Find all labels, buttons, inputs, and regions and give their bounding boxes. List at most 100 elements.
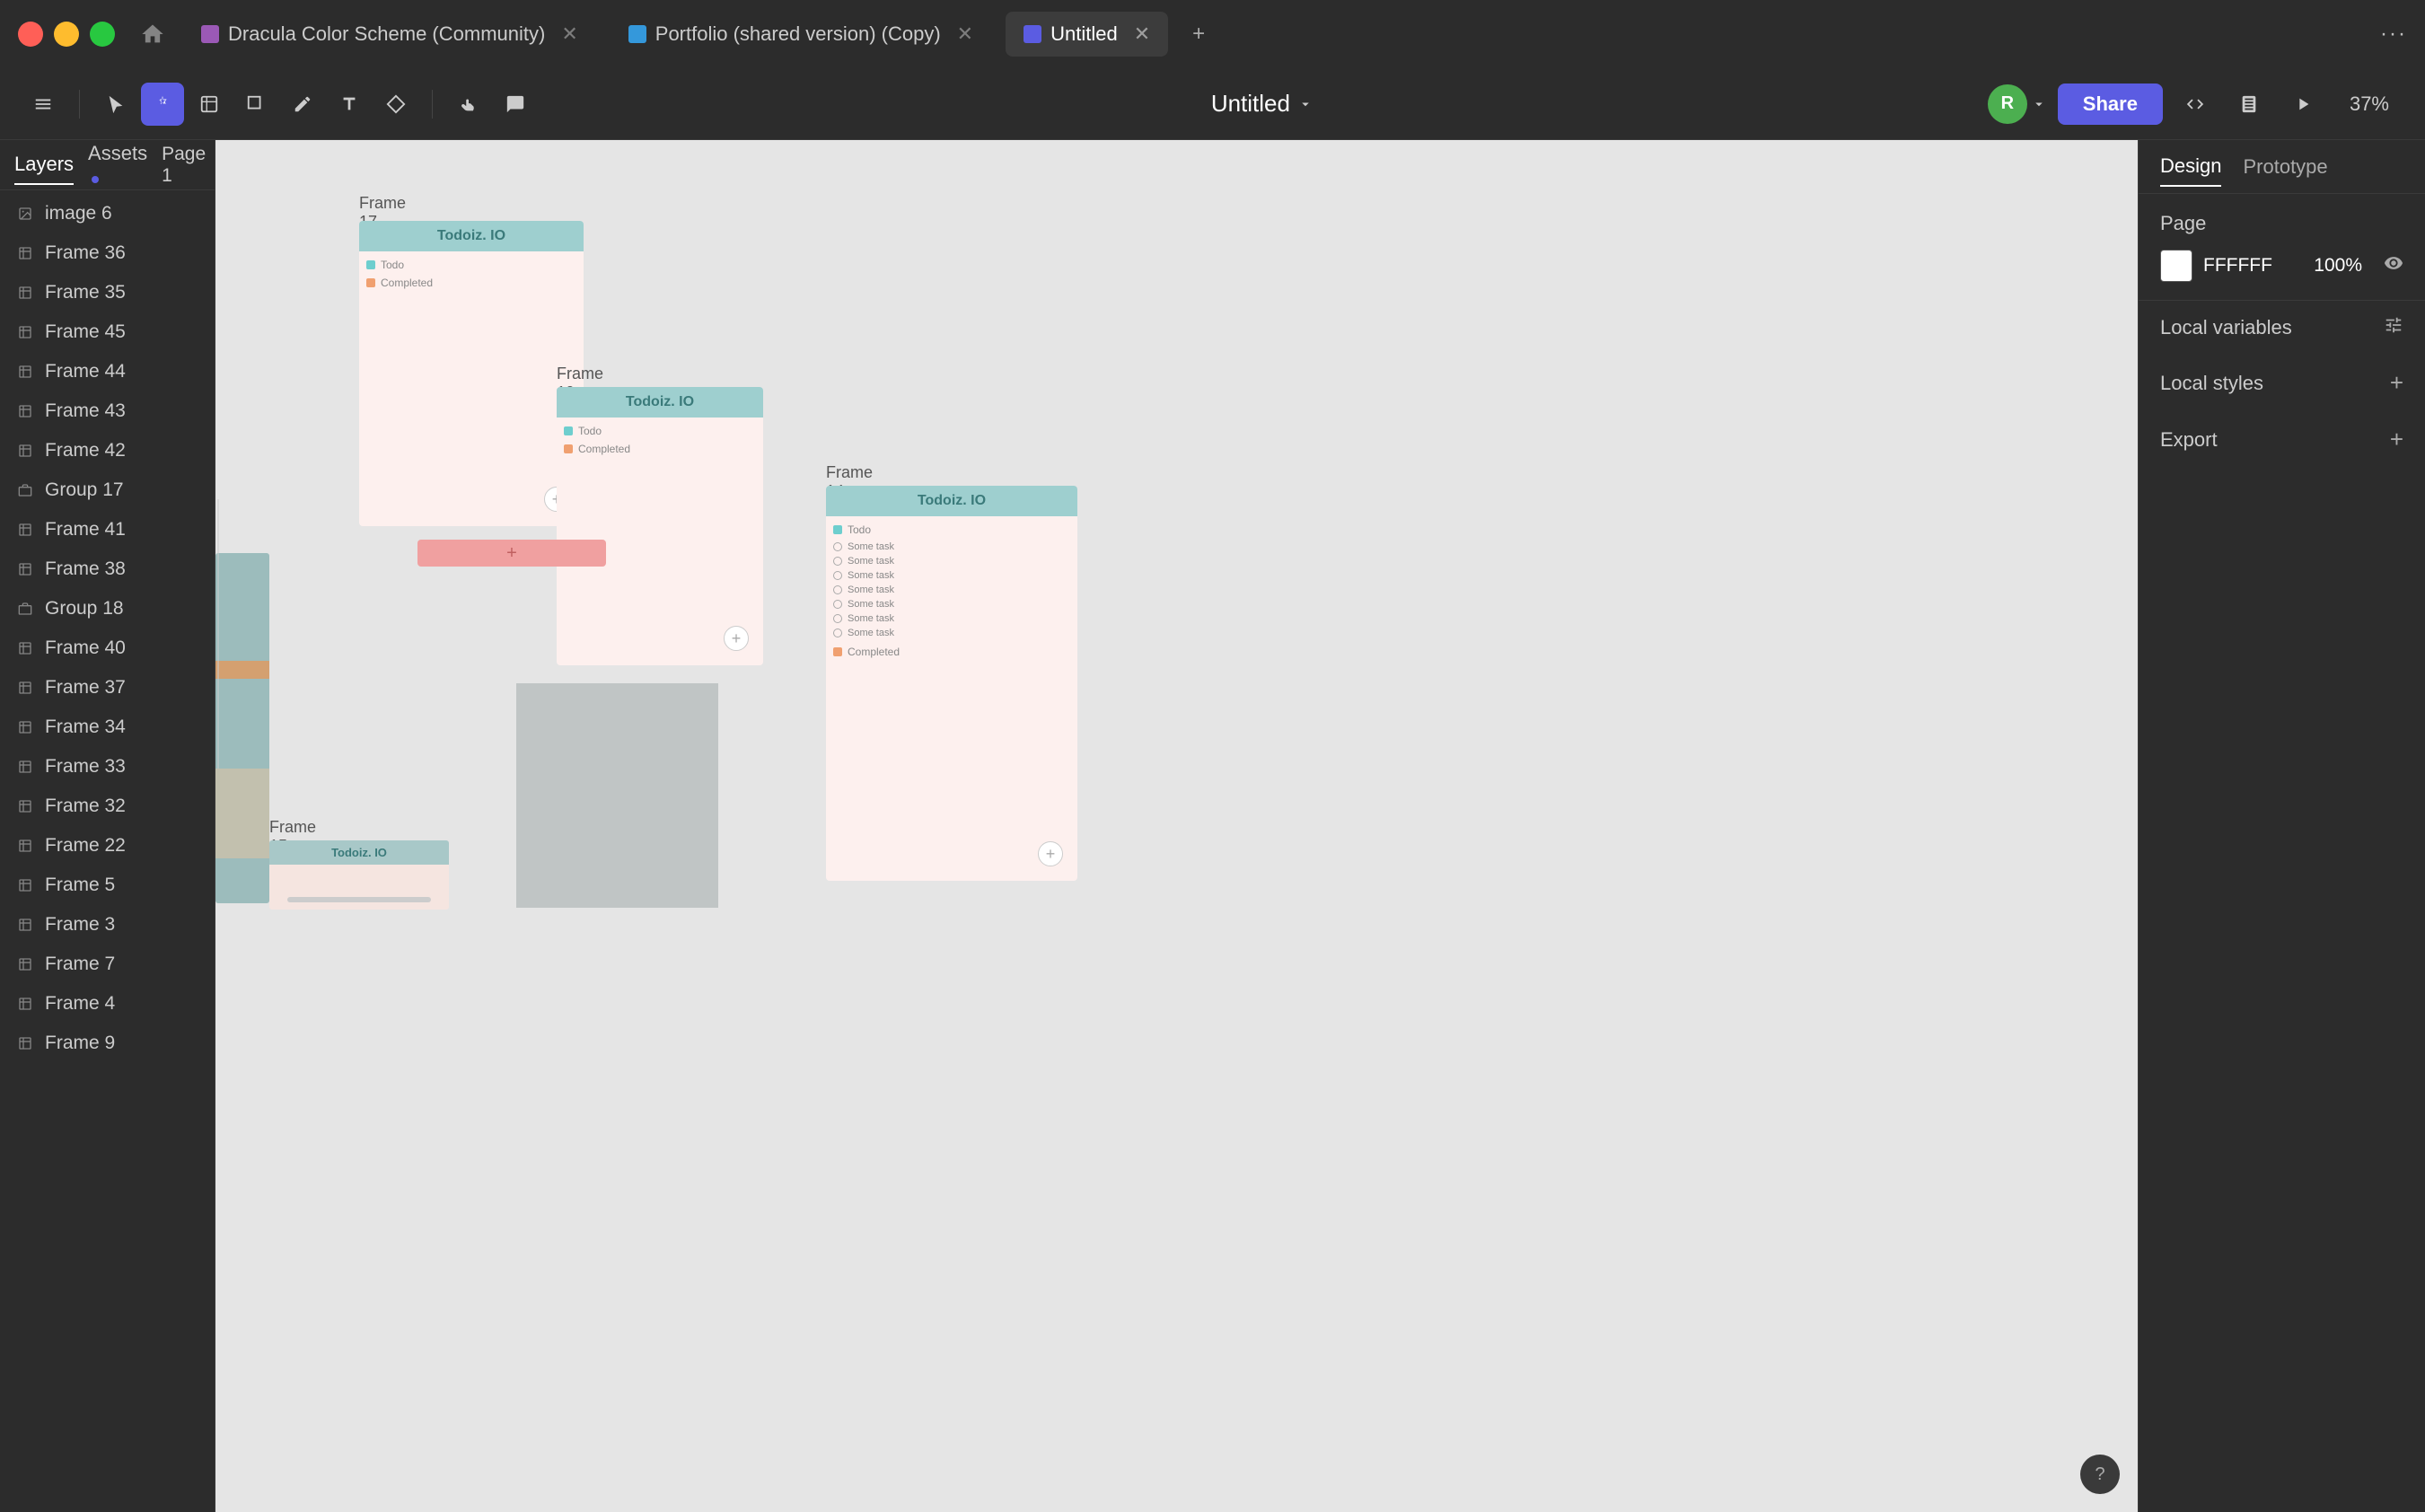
layer-frame22[interactable]: Frame 22 — [0, 826, 215, 866]
frame19[interactable]: Todoiz. IO Todo Completed + — [557, 387, 763, 665]
tab-icon — [628, 25, 646, 43]
todo-label: Todo — [366, 259, 576, 271]
minimize-button[interactable] — [54, 22, 79, 47]
group-icon — [14, 479, 36, 501]
layer-frame44[interactable]: Frame 44 — [0, 352, 215, 391]
play-icon[interactable] — [2281, 83, 2324, 126]
frame-icon — [14, 558, 36, 580]
tab-portfolio[interactable]: Portfolio (shared version) (Copy) ✕ — [611, 12, 991, 57]
local-variables-section: Local variables — [2139, 301, 2425, 355]
maximize-button[interactable] — [90, 22, 115, 47]
layer-group17[interactable]: Group 17 — [0, 470, 215, 510]
help-button[interactable]: ? — [2080, 1455, 2120, 1494]
component-tool[interactable] — [374, 83, 417, 126]
frame-icon — [14, 440, 36, 462]
question-mark-icon: ? — [2095, 1464, 2104, 1485]
move-tool[interactable] — [141, 83, 184, 126]
tab-close-icon[interactable]: ✕ — [957, 22, 973, 46]
design-tab[interactable]: Design — [2160, 147, 2221, 187]
local-styles-add-icon[interactable]: + — [2390, 369, 2403, 397]
layer-frame45[interactable]: Frame 45 — [0, 312, 215, 352]
task-circle — [833, 571, 842, 580]
tab-label: Portfolio (shared version) (Copy) — [655, 22, 941, 46]
more-options-button[interactable]: ··· — [2380, 22, 2407, 47]
layer-group18[interactable]: Group 18 — [0, 589, 215, 629]
layers-tab[interactable]: Layers — [14, 145, 74, 185]
zoom-level[interactable]: 37% — [2335, 85, 2403, 123]
page-selector[interactable]: Page 1 — [162, 144, 215, 187]
plus-bar[interactable]: + — [417, 540, 606, 567]
layer-image6[interactable]: image 6 — [0, 194, 215, 233]
layer-frame9[interactable]: Frame 9 — [0, 1024, 215, 1063]
frame14[interactable]: Todoiz. IO Todo Some task Some task Some… — [826, 486, 1077, 881]
tab-dracula[interactable]: Dracula Color Scheme (Community) ✕ — [183, 12, 596, 57]
task-3: Some task — [833, 568, 1070, 583]
todo-dot-blue — [564, 426, 573, 435]
comment-tool[interactable] — [494, 83, 537, 126]
export-add-icon[interactable]: + — [2390, 426, 2403, 453]
pen-tool[interactable] — [281, 83, 324, 126]
frame-icon — [14, 242, 36, 264]
frame-tool[interactable] — [188, 83, 231, 126]
frame15-partial[interactable]: Todoiz. IO — [269, 840, 449, 912]
layer-name: Group 17 — [45, 479, 124, 501]
frame19-add-btn[interactable]: + — [724, 626, 749, 651]
page-opacity-value[interactable]: 100% — [2314, 255, 2362, 277]
assets-tab[interactable]: Assets — [88, 140, 147, 196]
layer-name: Frame 44 — [45, 361, 126, 382]
shape-tool[interactable] — [234, 83, 277, 126]
hand-tool[interactable] — [447, 83, 490, 126]
frame17[interactable]: Todoiz. IO Todo Completed + — [359, 221, 584, 526]
right-tabs: Design Prototype — [2139, 140, 2425, 194]
code-icon[interactable] — [2174, 83, 2217, 126]
layer-frame42[interactable]: Frame 42 — [0, 431, 215, 470]
menu-button[interactable] — [22, 83, 65, 126]
share-button[interactable]: Share — [2058, 84, 2163, 125]
new-tab-button[interactable]: + — [1182, 18, 1215, 50]
home-icon[interactable] — [136, 18, 169, 50]
completed-label: Completed — [833, 646, 1070, 658]
edge-line — [217, 499, 219, 769]
layer-frame36[interactable]: Frame 36 — [0, 233, 215, 273]
frame19-header: Todoiz. IO — [557, 387, 763, 418]
visibility-icon[interactable] — [2384, 253, 2403, 278]
layer-frame34[interactable]: Frame 34 — [0, 708, 215, 747]
tune-icon[interactable] — [2384, 315, 2403, 340]
task-circle — [833, 557, 842, 566]
layer-frame33[interactable]: Frame 33 — [0, 747, 215, 787]
document-title: Untitled — [1211, 90, 1290, 118]
frame-icon — [14, 637, 36, 659]
prototype-tab[interactable]: Prototype — [2243, 148, 2327, 186]
tab-close-icon[interactable]: ✕ — [561, 22, 577, 46]
todo-label: Todo — [564, 425, 756, 437]
layer-frame41[interactable]: Frame 41 — [0, 510, 215, 549]
close-button[interactable] — [18, 22, 43, 47]
layer-frame3[interactable]: Frame 3 — [0, 905, 215, 945]
frame-icon — [14, 321, 36, 343]
layer-name: Group 18 — [45, 598, 124, 620]
title-dropdown[interactable]: Untitled — [1197, 83, 1328, 125]
todo-dot-blue — [833, 525, 842, 534]
tab-close-icon[interactable]: ✕ — [1134, 22, 1150, 46]
layer-frame7[interactable]: Frame 7 — [0, 945, 215, 984]
tab-untitled[interactable]: Untitled ✕ — [1006, 12, 1168, 57]
canvas[interactable]: Frame 17 Todoiz. IO Todo Completed — [215, 140, 2138, 1512]
group-icon — [14, 598, 36, 620]
layer-frame35[interactable]: Frame 35 — [0, 273, 215, 312]
layer-frame5[interactable]: Frame 5 — [0, 866, 215, 905]
frame-icon — [14, 282, 36, 303]
layer-name: Frame 45 — [45, 321, 126, 343]
text-tool[interactable] — [328, 83, 371, 126]
layer-frame38[interactable]: Frame 38 — [0, 549, 215, 589]
layer-frame4[interactable]: Frame 4 — [0, 984, 215, 1024]
page-color-swatch[interactable] — [2160, 250, 2192, 282]
select-tool[interactable] — [94, 83, 137, 126]
export-section: Export + — [2139, 411, 2425, 468]
page-color-value[interactable]: FFFFFF — [2203, 255, 2272, 277]
layer-frame40[interactable]: Frame 40 — [0, 629, 215, 668]
book-icon[interactable] — [2227, 83, 2271, 126]
layer-frame37[interactable]: Frame 37 — [0, 668, 215, 708]
layer-frame43[interactable]: Frame 43 — [0, 391, 215, 431]
layer-frame32[interactable]: Frame 32 — [0, 787, 215, 826]
frame14-add-btn[interactable]: + — [1038, 841, 1063, 866]
